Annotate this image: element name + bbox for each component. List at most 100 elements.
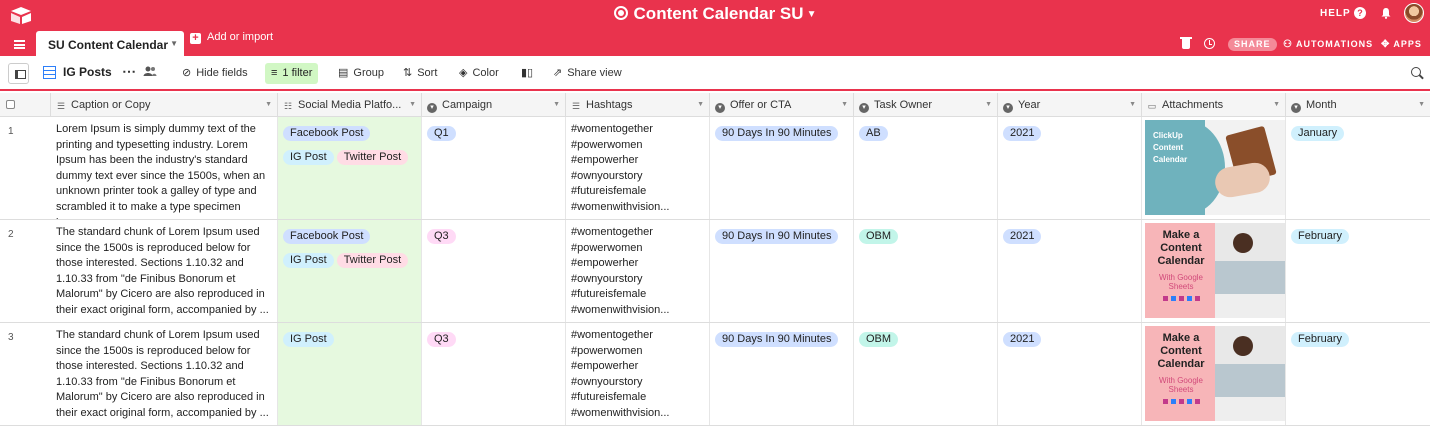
column-header-month[interactable]: ▾ Month ▼ <box>1286 93 1430 117</box>
row-height-icon[interactable]: ▮▯ <box>521 66 533 79</box>
hide-fields-icon: ⊘ <box>182 67 192 79</box>
column-header-attachments[interactable]: ▭ Attachments ▼ <box>1142 93 1286 117</box>
sort-button[interactable]: ⇅ Sort <box>403 66 437 79</box>
campaign-cell[interactable]: Q3 <box>422 323 566 425</box>
platform-cell[interactable]: IG Post <box>278 323 422 425</box>
tab-su-content-calendar[interactable]: SU Content Calendar ▼ <box>36 31 184 56</box>
month-cell[interactable]: February <box>1286 220 1430 322</box>
month-cell[interactable]: February <box>1286 323 1430 425</box>
column-header-task-owner[interactable]: ▾ Task Owner ▼ <box>854 93 998 117</box>
caption-cell[interactable]: Lorem Ipsum is simply dummy text of the … <box>56 117 278 219</box>
single-select-icon: ▾ <box>715 103 725 113</box>
attachment-thumbnail[interactable]: Make a Content Calendar With Google Shee… <box>1145 223 1285 318</box>
chip: Facebook Post <box>283 229 371 244</box>
caption-cell[interactable]: The standard chunk of Lorem Ipsum used s… <box>56 220 278 322</box>
select-all-checkbox[interactable] <box>6 100 15 109</box>
campaign-cell[interactable]: Q1 <box>422 117 566 219</box>
attachments-cell[interactable]: ClickUp Content Calendar <box>1142 117 1286 219</box>
search-icon[interactable] <box>1411 67 1421 77</box>
attachment-thumbnail[interactable]: ClickUp Content Calendar <box>1145 120 1285 215</box>
hashtags-cell[interactable]: #womentogether #powerwomen #empowerher #… <box>566 117 710 219</box>
more-options-icon[interactable]: ⋯ <box>122 63 136 80</box>
table-row[interactable]: 1 Lorem Ipsum is simply dummy text of th… <box>0 117 1430 220</box>
offer-cell[interactable]: 90 Days In 90 Minutes <box>710 323 854 425</box>
airtable-logo-icon[interactable] <box>10 6 32 24</box>
chip: Q1 <box>427 126 456 141</box>
hashtags-cell[interactable]: #womentogether #powerwomen #empowerher #… <box>566 220 710 322</box>
chevron-down-icon[interactable]: ▼ <box>265 101 272 108</box>
chip: IG Post <box>283 332 334 347</box>
column-label: Year <box>1018 99 1041 111</box>
color-button[interactable]: ◈ Color <box>459 66 499 79</box>
column-header-year[interactable]: ▾ Year ▼ <box>998 93 1142 117</box>
table-row[interactable]: 2 The standard chunk of Lorem Ipsum used… <box>0 220 1430 323</box>
chevron-down-icon[interactable]: ▼ <box>409 101 416 108</box>
hashtag: #empowerher <box>571 360 639 373</box>
hand-graphic <box>1212 160 1273 200</box>
attachment-thumbnail[interactable]: Make a Content Calendar With Google Shee… <box>1145 326 1285 421</box>
year-cell[interactable]: 2021 <box>998 117 1142 219</box>
paint-bucket-icon: ◈ <box>459 67 468 79</box>
hide-fields-button[interactable]: ⊘ Hide fields <box>182 66 248 79</box>
automations-button[interactable]: ⚇ AUTOMATIONS <box>1283 39 1373 50</box>
notification-bell-icon[interactable] <box>1380 7 1392 19</box>
hashtags-cell[interactable]: #womentogether #powerwomen #empowerher #… <box>566 323 710 425</box>
column-header-offer[interactable]: ▾ Offer or CTA ▼ <box>710 93 854 117</box>
hashtag: #womentogether <box>571 226 653 238</box>
column-header-hashtags[interactable]: ☰ Hashtags ▼ <box>566 93 710 117</box>
attachments-cell[interactable]: Make a Content Calendar With Google Shee… <box>1142 220 1286 322</box>
column-header-social-media[interactable]: ☷ Social Media Platfo... ▼ <box>278 93 422 117</box>
view-name[interactable]: IG Posts <box>63 65 112 79</box>
column-header-caption[interactable]: ☰ Caption or Copy ▼ <box>50 93 278 117</box>
owner-cell[interactable]: OBM <box>854 220 998 322</box>
offer-cell[interactable]: 90 Days In 90 Minutes <box>710 220 854 322</box>
column-header-campaign[interactable]: ▾ Campaign ▼ <box>422 93 566 117</box>
campaign-cell[interactable]: Q3 <box>422 220 566 322</box>
user-avatar[interactable] <box>1404 3 1424 23</box>
group-button[interactable]: ▤ Group <box>338 66 384 79</box>
chevron-down-icon[interactable]: ▼ <box>170 39 178 48</box>
chevron-down-icon[interactable]: ▼ <box>553 101 560 108</box>
chevron-down-icon[interactable]: ▼ <box>697 101 704 108</box>
attachments-cell[interactable]: Make a Content Calendar With Google Shee… <box>1142 323 1286 425</box>
chip: OBM <box>859 229 899 244</box>
help-link[interactable]: HELP <box>1320 8 1351 19</box>
offer-cell[interactable]: 90 Days In 90 Minutes <box>710 117 854 219</box>
history-icon[interactable] <box>1204 38 1215 49</box>
automations-label: AUTOMATIONS <box>1295 39 1374 49</box>
table-row[interactable]: 3 The standard chunk of Lorem Ipsum used… <box>0 323 1430 426</box>
long-text-icon: ☰ <box>56 101 66 111</box>
trash-icon[interactable] <box>1180 37 1192 49</box>
year-cell[interactable]: 2021 <box>998 220 1142 322</box>
chevron-down-icon[interactable]: ▼ <box>1129 101 1136 108</box>
sort-icon: ⇅ <box>403 67 413 79</box>
month-cell[interactable]: January <box>1286 117 1430 219</box>
share-view-label: Share view <box>567 67 622 79</box>
chevron-down-icon[interactable]: ▼ <box>1273 101 1280 108</box>
sidebar-toggle-icon[interactable] <box>8 63 29 84</box>
owner-cell[interactable]: AB <box>854 117 998 219</box>
owner-cell[interactable]: OBM <box>854 323 998 425</box>
hashtag: #womentogether <box>571 329 653 341</box>
chevron-down-icon[interactable]: ▼ <box>985 101 992 108</box>
single-select-icon: ▾ <box>859 103 869 113</box>
hashtag: #womenwithvision... <box>571 303 670 316</box>
apps-button[interactable]: ✥ APPS <box>1381 39 1422 50</box>
base-title-button[interactable]: Content Calendar SU ▼ <box>613 4 816 23</box>
caption-cell[interactable]: The standard chunk of Lorem Ipsum used s… <box>56 323 278 425</box>
filter-button[interactable]: ≡ 1 filter <box>265 63 319 84</box>
thumbnail-title: Make a Content Calendar <box>1157 229 1205 267</box>
add-or-import-button[interactable]: + Add or import <box>190 31 273 44</box>
platform-cell[interactable]: Facebook Post IG Post Twitter Post <box>278 117 422 219</box>
year-cell[interactable]: 2021 <box>998 323 1142 425</box>
group-icon: ▤ <box>338 67 349 79</box>
chevron-down-icon[interactable]: ▼ <box>1418 101 1425 108</box>
platform-cell[interactable]: Facebook Post IG Post Twitter Post <box>278 220 422 322</box>
chevron-down-icon[interactable]: ▼ <box>841 101 848 108</box>
share-button[interactable]: SHARE <box>1228 38 1277 51</box>
share-view-button[interactable]: ⇗ Share view <box>553 66 622 79</box>
menu-icon[interactable] <box>14 40 25 49</box>
help-icon[interactable]: ? <box>1354 7 1366 19</box>
collaborators-icon[interactable] <box>143 65 157 80</box>
hide-fields-label: Hide fields <box>196 67 248 79</box>
